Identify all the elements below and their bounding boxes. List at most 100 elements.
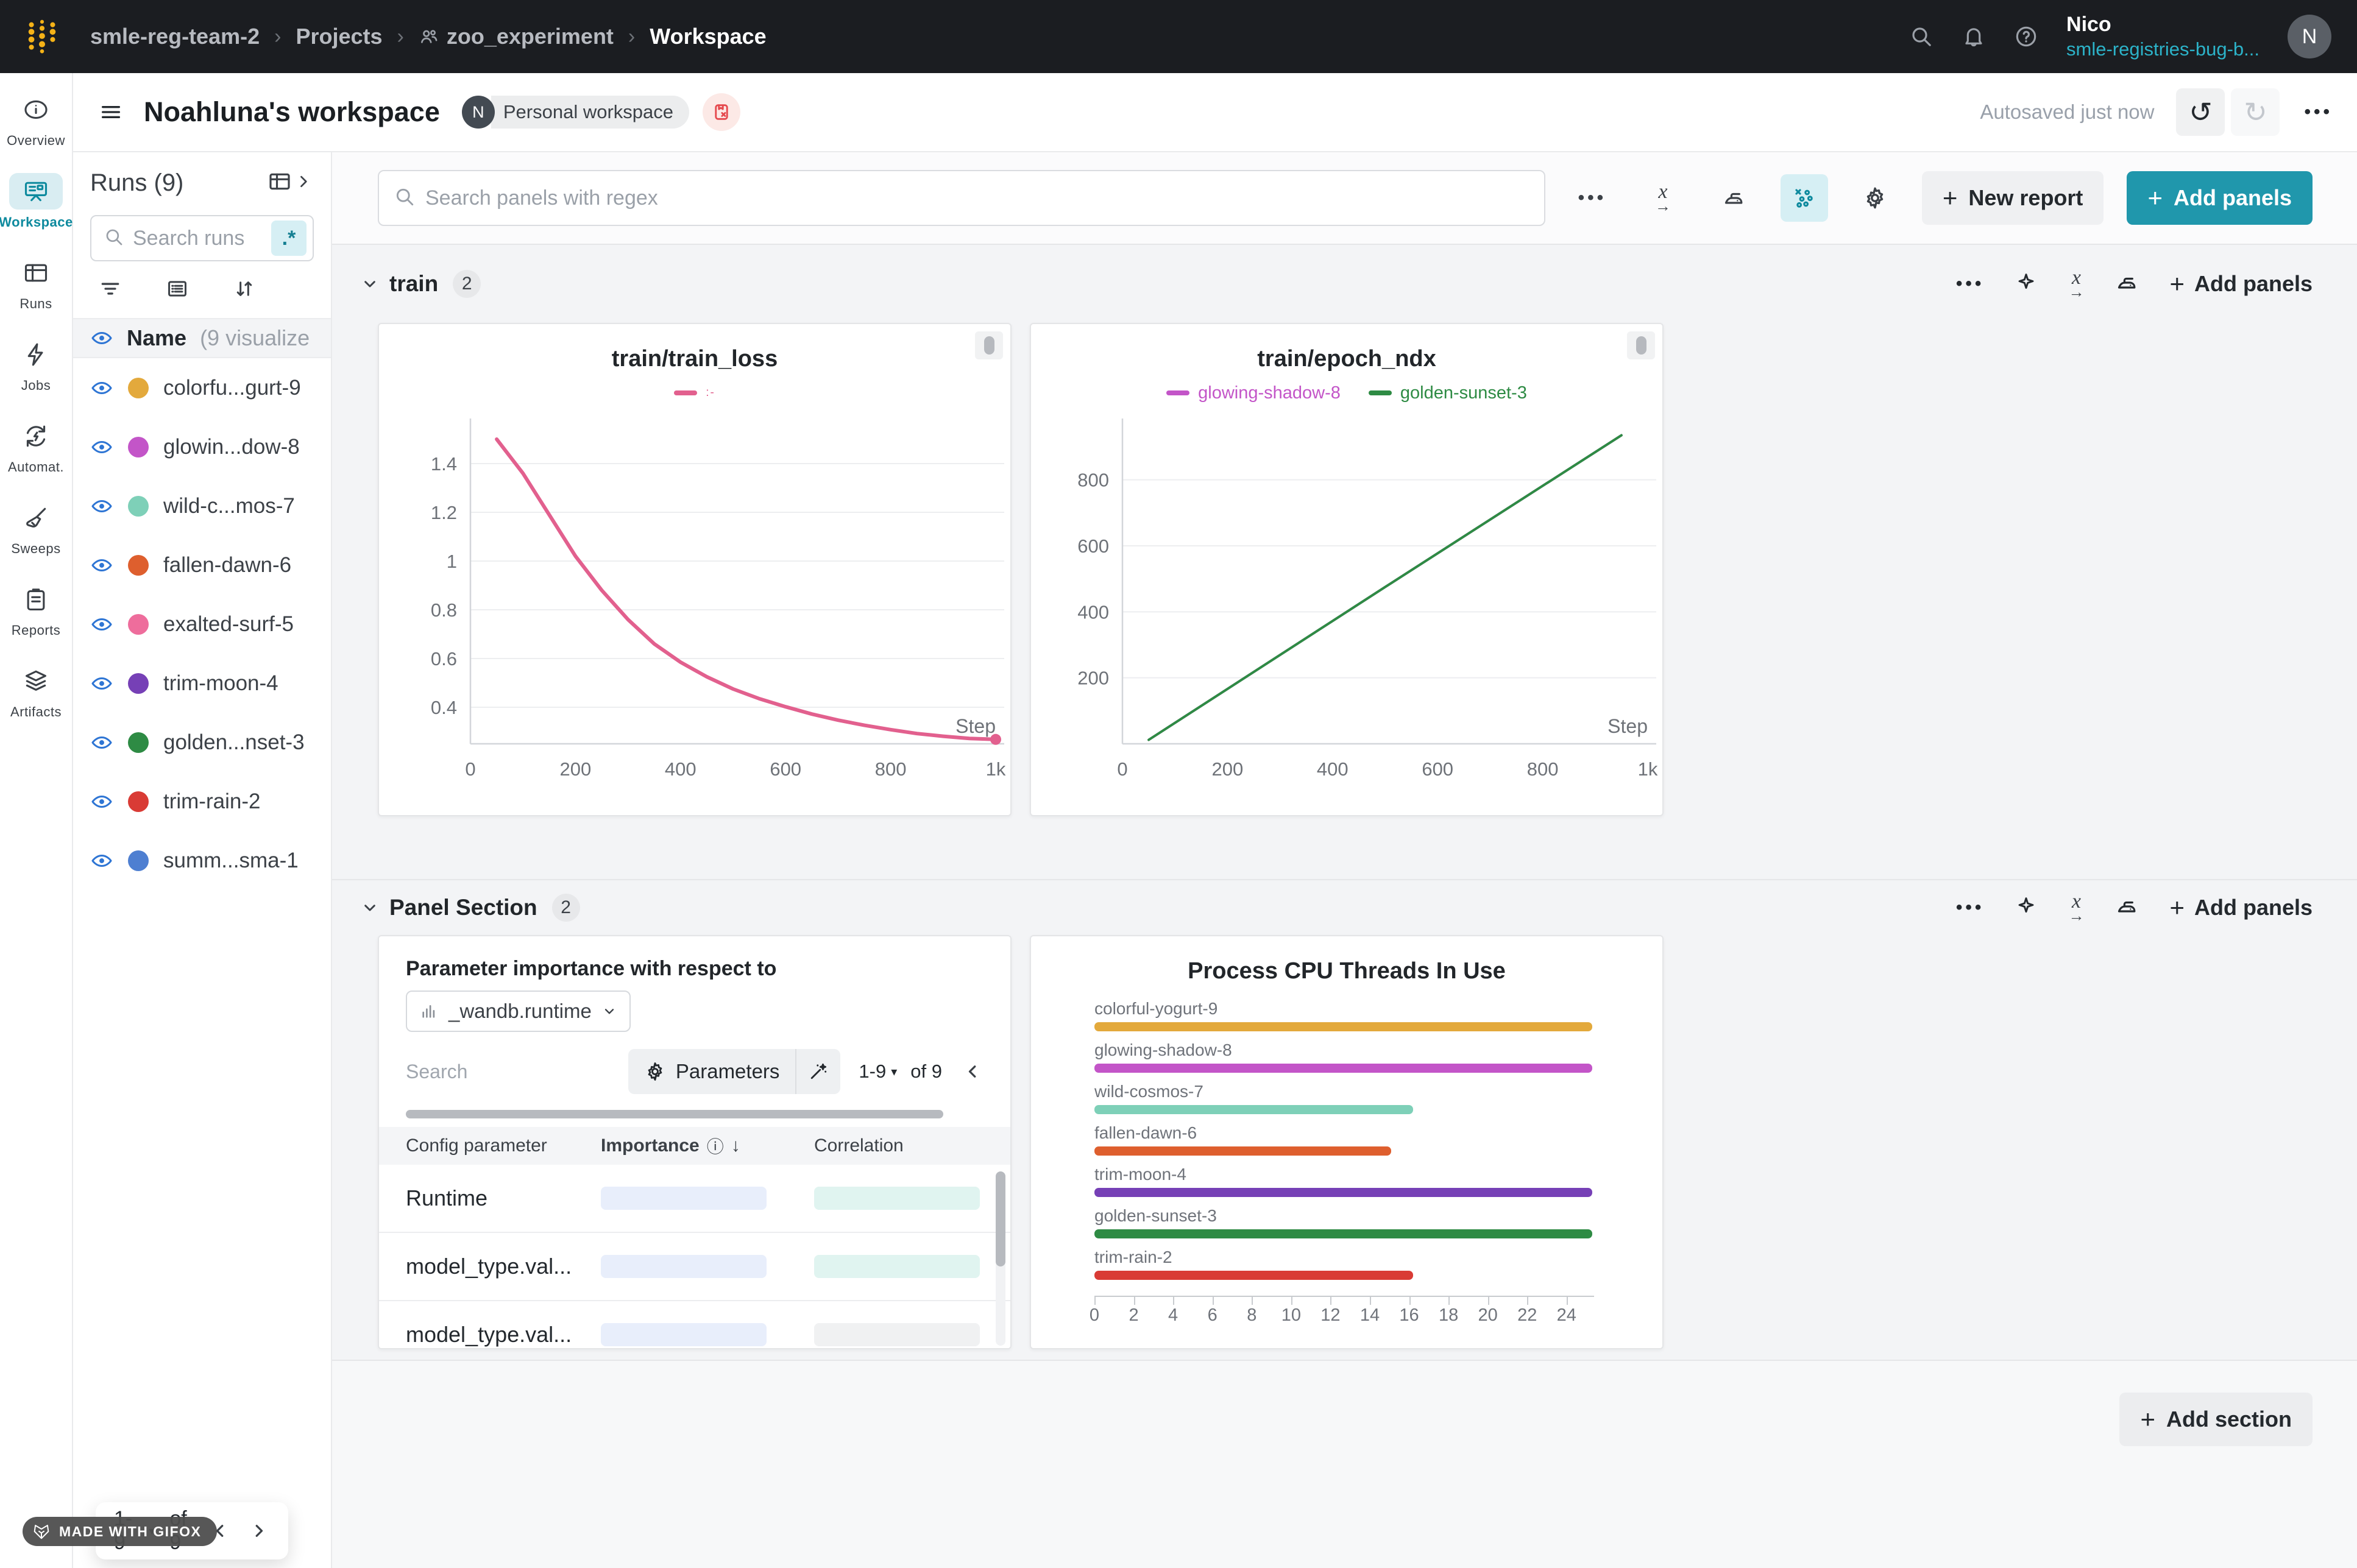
x-axis-settings-icon[interactable]: x→: [1639, 174, 1687, 222]
col-importance[interactable]: Importance ⓘ ↓: [601, 1134, 814, 1158]
smoothing-iron-icon[interactable]: [2114, 894, 2139, 922]
toolbar-overflow-menu[interactable]: •••: [1568, 174, 1616, 222]
cpu-bar-row[interactable]: fallen-dawn-6: [1094, 1123, 1594, 1156]
run-name[interactable]: exalted-surf-5: [163, 612, 294, 637]
run-name[interactable]: golden...nset-3: [163, 730, 305, 755]
cpu-bar-row[interactable]: colorful-yogurt-9: [1094, 999, 1594, 1031]
run-row[interactable]: golden...nset-3: [73, 713, 331, 772]
header-overflow-menu[interactable]: •••: [2304, 102, 2333, 122]
visibility-eye-icon[interactable]: [90, 672, 113, 695]
expand-runs-chevron-icon[interactable]: [293, 171, 314, 195]
run-name[interactable]: trim-rain-2: [163, 789, 260, 814]
pager-next-button[interactable]: [248, 1520, 270, 1542]
runs-table-icon[interactable]: [268, 169, 292, 197]
runs-list-header[interactable]: Name (9 visualize: [73, 318, 331, 358]
visibility-eye-icon[interactable]: [90, 849, 113, 872]
metric-dropdown[interactable]: _wandb.runtime: [406, 991, 631, 1032]
visibility-eye-icon[interactable]: [90, 613, 113, 636]
run-name[interactable]: glowin...dow-8: [163, 435, 300, 459]
breadcrumb-team[interactable]: smle-reg-team-2: [90, 24, 260, 49]
sparkle-icon[interactable]: [2015, 271, 2038, 297]
hamburger-menu-icon[interactable]: [99, 100, 123, 124]
run-row[interactable]: glowin...dow-8: [73, 417, 331, 476]
smoothing-iron-icon[interactable]: [2114, 270, 2139, 298]
user-org-link[interactable]: smle-registries-bug-b...: [2066, 38, 2260, 62]
run-name[interactable]: summ...sma-1: [163, 849, 299, 873]
avatar[interactable]: N: [2288, 15, 2331, 58]
x-axis-settings-icon[interactable]: x→: [2068, 269, 2084, 298]
parameters-button[interactable]: Parameters: [628, 1049, 841, 1094]
filter-icon[interactable]: [99, 277, 122, 303]
vertical-scrollbar[interactable]: [996, 1171, 1005, 1346]
columns-settings-icon[interactable]: [166, 277, 189, 303]
cpu-bar-row[interactable]: trim-rain-2: [1094, 1248, 1594, 1280]
clear-workspace-icon[interactable]: [703, 93, 740, 131]
panel-parameter-importance[interactable]: Parameter importance with respect to _wa…: [378, 935, 1012, 1349]
visibility-eye-icon[interactable]: [90, 790, 113, 813]
section-overflow-menu[interactable]: •••: [1956, 897, 1985, 918]
visibility-eye-icon[interactable]: [90, 554, 113, 577]
smoothing-iron-icon[interactable]: [1710, 174, 1757, 222]
col-config-parameter[interactable]: Config parameter: [406, 1135, 601, 1156]
visibility-eye-icon[interactable]: [90, 731, 113, 754]
param-search-input[interactable]: Search: [406, 1061, 467, 1083]
breadcrumb-workspace[interactable]: Workspace: [650, 24, 766, 49]
section-add-panels-button[interactable]: + Add panels: [2169, 269, 2313, 298]
breadcrumb-project[interactable]: zoo_experiment: [419, 24, 614, 49]
rail-item-artifacts[interactable]: Artifacts: [0, 663, 73, 720]
panel-epoch-ndx[interactable]: train/epoch_ndx glowing-shadow-8 golden-…: [1030, 323, 1664, 816]
run-row[interactable]: summ...sma-1: [73, 831, 331, 890]
visibility-eye-icon[interactable]: [90, 376, 113, 400]
cpu-bar-row[interactable]: trim-moon-4: [1094, 1165, 1594, 1197]
add-section-button[interactable]: +Add section: [2119, 1393, 2313, 1446]
cpu-bar-row[interactable]: golden-sunset-3: [1094, 1206, 1594, 1238]
search-icon[interactable]: [1909, 24, 1933, 49]
param-pager[interactable]: 1-9▾ of 9: [859, 1061, 942, 1082]
collapse-section-chevron-icon[interactable]: [360, 898, 380, 917]
panel-search-input[interactable]: Search panels with regex: [378, 170, 1545, 226]
notifications-bell-icon[interactable]: [1962, 24, 1986, 49]
workspace-type-badge[interactable]: N Personal workspace: [462, 96, 689, 129]
visibility-eye-icon[interactable]: [90, 495, 113, 518]
rail-item-reports[interactable]: Reports: [0, 581, 73, 638]
visibility-eye-icon[interactable]: [90, 327, 113, 350]
run-name[interactable]: wild-c...mos-7: [163, 494, 295, 518]
magic-wand-icon[interactable]: [796, 1049, 840, 1094]
run-row[interactable]: trim-rain-2: [73, 772, 331, 831]
run-row[interactable]: trim-moon-4: [73, 654, 331, 713]
rail-item-overview[interactable]: Overview: [0, 91, 73, 149]
redo-button[interactable]: ↻: [2231, 88, 2280, 136]
collapse-section-chevron-icon[interactable]: [360, 274, 380, 294]
run-row[interactable]: wild-c...mos-7: [73, 476, 331, 535]
drag-handle[interactable]: [975, 331, 1003, 359]
section-title[interactable]: Panel Section: [389, 895, 537, 920]
sparkle-icon[interactable]: [2015, 895, 2038, 921]
panel-cpu-threads[interactable]: Process CPU Threads In Use colorful-yogu…: [1030, 935, 1664, 1349]
undo-button[interactable]: ↺: [2176, 88, 2225, 136]
cpu-bar-row[interactable]: glowing-shadow-8: [1094, 1040, 1594, 1073]
outliers-scatter-icon[interactable]: [1781, 174, 1828, 222]
run-name[interactable]: fallen-dawn-6: [163, 553, 291, 577]
runs-search-input[interactable]: Search runs .*: [90, 215, 314, 261]
x-axis-settings-icon[interactable]: x→: [2068, 893, 2084, 922]
section-add-panels-button[interactable]: + Add panels: [2169, 893, 2313, 922]
user-block[interactable]: Nico smle-registries-bug-b...: [2066, 12, 2260, 61]
rail-item-workspace[interactable]: Workspace: [0, 173, 73, 230]
cpu-bar-row[interactable]: wild-cosmos-7: [1094, 1082, 1594, 1114]
param-table-row[interactable]: model_type.val...: [379, 1301, 1010, 1349]
new-report-button[interactable]: +New report: [1922, 171, 2104, 225]
section-overflow-menu[interactable]: •••: [1956, 274, 1985, 294]
run-row[interactable]: exalted-surf-5: [73, 595, 331, 654]
breadcrumb-projects[interactable]: Projects: [296, 24, 382, 49]
run-name[interactable]: trim-moon-4: [163, 671, 278, 696]
panel-train-loss[interactable]: train/train_loss :- 0.40.60.811.21.40200…: [378, 323, 1012, 816]
legend-item[interactable]: :-: [674, 386, 715, 400]
regex-toggle[interactable]: .*: [271, 221, 307, 256]
legend-item[interactable]: glowing-shadow-8: [1166, 383, 1341, 403]
col-correlation[interactable]: Correlation: [814, 1135, 984, 1156]
settings-gear-icon[interactable]: [1851, 174, 1899, 222]
run-name[interactable]: colorfu...gurt-9: [163, 376, 301, 400]
wandb-logo-icon[interactable]: [23, 18, 61, 55]
run-row[interactable]: colorfu...gurt-9: [73, 358, 331, 417]
visibility-eye-icon[interactable]: [90, 436, 113, 459]
